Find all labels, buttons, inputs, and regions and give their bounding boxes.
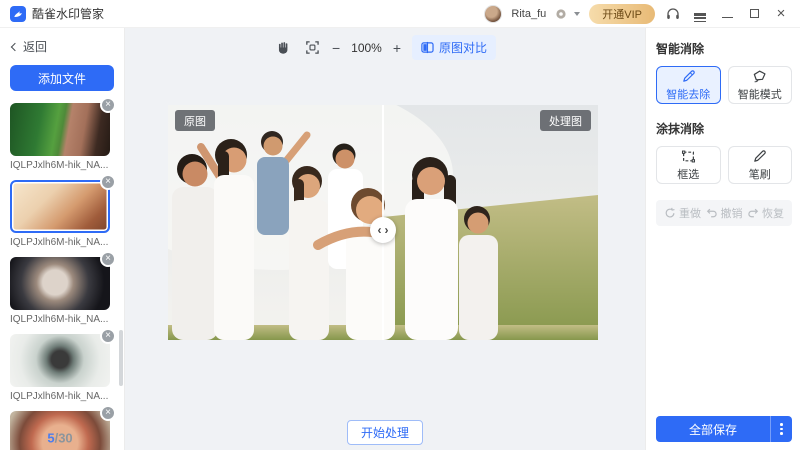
username: Rita_fu: [511, 7, 547, 20]
thumbnail-item[interactable]: × IQLPJxlh6M-hik_NA...: [10, 97, 116, 171]
fit-screen-icon[interactable]: [303, 39, 321, 57]
pen-icon: [681, 69, 696, 84]
remove-file-icon[interactable]: ×: [100, 251, 116, 267]
save-options-kebab-icon[interactable]: [770, 416, 792, 442]
brush-button[interactable]: 笔刷: [727, 146, 792, 184]
zoom-in-button[interactable]: +: [393, 41, 401, 55]
undo-button[interactable]: 撤销: [706, 205, 743, 221]
back-button[interactable]: 返回: [0, 36, 124, 61]
titlebar: 酷雀水印管家 Rita_fu 开通VIP ×: [0, 0, 800, 28]
restore-label: 恢复: [762, 208, 784, 220]
brush-label: 笔刷: [748, 168, 771, 181]
compare-split-icon: [421, 41, 434, 54]
app-logo-icon: [10, 5, 26, 22]
restore-arrow-icon: [747, 207, 759, 219]
thumbnail-image[interactable]: [10, 103, 110, 156]
smart-remove-button[interactable]: 智能去除: [656, 66, 721, 104]
smart-mode-label: 智能模式: [737, 88, 782, 101]
compare-slider-handle[interactable]: ‹ ›: [370, 217, 396, 243]
menu-hamburger-icon[interactable]: [691, 5, 709, 23]
zoom-level: 100%: [351, 40, 382, 55]
canvas-toolbar: − 100% + 原图对比: [274, 35, 497, 60]
zoom-out-button[interactable]: −: [332, 41, 340, 55]
restore-button[interactable]: 恢复: [747, 205, 784, 221]
comparison-stage[interactable]: 原图 处理图 ‹ ›: [168, 105, 598, 340]
thumbnail-list: × IQLPJxlh6M-hik_NA... × IQLPJxlh6M-hik_…: [0, 97, 124, 450]
box-select-button[interactable]: 框选: [656, 146, 721, 184]
undo-arrow-icon: [706, 207, 718, 219]
window-minimize-button[interactable]: [718, 5, 736, 23]
redo-circular-icon: [664, 207, 676, 219]
thumbnail-image[interactable]: [10, 257, 110, 310]
support-headset-icon[interactable]: [664, 5, 682, 23]
sidebar-scrollbar[interactable]: [119, 330, 123, 386]
original-badge: 原图: [175, 110, 215, 131]
processed-badge: 处理图: [540, 110, 591, 131]
thumbnail-filename: IQLPJxlh6M-hik_NA...: [10, 314, 109, 325]
box-select-label: 框选: [677, 168, 700, 181]
undo-label: 撤销: [720, 208, 743, 220]
window-maximize-button[interactable]: [745, 5, 763, 23]
start-process-button[interactable]: 开始处理: [347, 420, 423, 445]
thumbnail-image[interactable]: [10, 180, 110, 233]
thumbnail-item[interactable]: × IQLPJxlh6M-hik_NA...: [10, 174, 116, 248]
thumbnail-item[interactable]: × 5/30 IQLPJxlh6M-hik_NA...: [10, 405, 116, 450]
user-dropdown-caret-icon[interactable]: [574, 11, 581, 16]
smear-removal-section-title: 涂抹消除: [656, 122, 705, 136]
save-all-label: 全部保存: [688, 422, 737, 437]
user-avatar[interactable]: [484, 4, 503, 23]
smart-mode-button[interactable]: 智能模式: [727, 66, 792, 104]
redo-label: 重做: [679, 208, 701, 220]
lasso-icon: [752, 69, 767, 84]
window-close-button[interactable]: ×: [772, 5, 790, 23]
pan-hand-icon[interactable]: [274, 39, 292, 57]
thumbnail-filename: IQLPJxlh6M-hik_NA...: [10, 391, 109, 402]
thumbnail-item[interactable]: × IQLPJxlh6M-hik_NA...: [10, 251, 116, 325]
editor-canvas: − 100% + 原图对比 原图 处理图 ‹ › 开始处理: [125, 28, 645, 450]
app-title: 酷雀水印管家: [32, 7, 105, 21]
redo-button[interactable]: 重做: [664, 205, 701, 221]
file-sidebar: 返回 添加文件 × IQLPJxlh6M-hik_NA... × IQLPJxl…: [0, 28, 125, 450]
back-label: 返回: [23, 40, 48, 54]
remove-file-icon[interactable]: ×: [100, 174, 116, 190]
add-file-button[interactable]: 添加文件: [10, 65, 114, 91]
thumbnail-item[interactable]: × IQLPJxlh6M-hik_NA...: [10, 328, 116, 402]
tools-panel: 智能消除 智能去除 智能模式 涂抹消除 框选 笔刷 重做 撤销 恢复 全部保存: [645, 28, 800, 450]
handle-left-arrow-icon: ‹: [377, 223, 382, 237]
history-toolbar: 重做 撤销 恢复: [656, 200, 792, 226]
remove-file-icon[interactable]: ×: [100, 405, 116, 421]
thumbnail-image[interactable]: [10, 334, 110, 387]
thumbnail-image[interactable]: 5/30: [10, 411, 110, 450]
compare-label: 原图对比: [439, 41, 488, 55]
smart-remove-label: 智能去除: [666, 88, 711, 101]
chevron-left-icon: [10, 42, 20, 51]
smart-removal-section-title: 智能消除: [656, 42, 705, 56]
box-select-icon: [681, 149, 696, 164]
open-vip-button[interactable]: 开通VIP: [589, 3, 655, 24]
handle-right-arrow-icon: ›: [384, 223, 389, 237]
stock-watermark-count: 5/30: [47, 430, 73, 445]
remove-file-icon[interactable]: ×: [100, 97, 116, 113]
member-badge-icon: [555, 8, 567, 20]
brush-pen-icon: [752, 149, 767, 164]
remove-file-icon[interactable]: ×: [100, 328, 116, 344]
thumbnail-filename: IQLPJxlh6M-hik_NA...: [10, 237, 109, 248]
thumbnail-filename: IQLPJxlh6M-hik_NA...: [10, 160, 109, 171]
save-all-button[interactable]: 全部保存: [656, 416, 792, 442]
compare-original-button[interactable]: 原图对比: [412, 35, 497, 60]
